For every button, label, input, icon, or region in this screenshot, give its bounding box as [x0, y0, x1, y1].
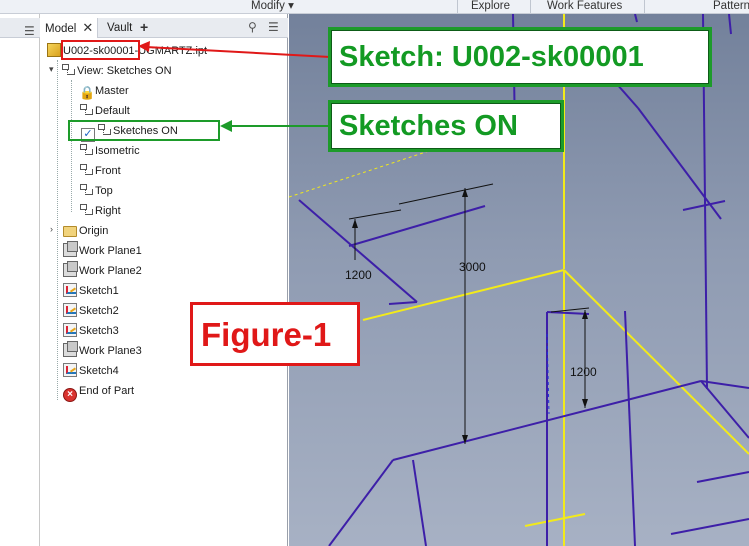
tree-view-isometric[interactable]: Isometric — [79, 142, 140, 160]
tree-view-label: View: Sketches ON — [77, 65, 172, 77]
callout-sketches-on: Sketches ON — [328, 100, 564, 152]
tree-front-label: Front — [95, 165, 121, 177]
tree-end-of-part-label: End of Part — [79, 385, 135, 397]
left-panel-header: ☰ — [0, 18, 40, 38]
root-name-highlight — [61, 40, 140, 60]
chevron-down-icon: ▾ — [288, 0, 294, 12]
sketch-icon — [63, 323, 77, 337]
tree-work-plane1[interactable]: Work Plane1 — [63, 241, 142, 260]
tree-work-plane2-label: Work Plane2 — [79, 265, 142, 277]
dimension-1200-right[interactable]: 1200 — [570, 365, 597, 379]
menu-icon[interactable]: ☰ — [268, 20, 279, 34]
axis-line — [362, 269, 565, 321]
tree-view-default[interactable]: Default — [79, 102, 130, 120]
add-tab-icon[interactable]: + — [140, 18, 148, 37]
part-icon — [47, 43, 61, 57]
tree-connector — [57, 60, 58, 400]
tab-model-label: Model — [45, 23, 77, 35]
view-rep-icon — [79, 203, 93, 217]
dimension-3000[interactable]: 3000 — [459, 260, 486, 274]
ribbon-explore-tab[interactable]: Explore — [471, 0, 510, 13]
tree-master-label: Master — [95, 85, 129, 97]
ribbon-modify-tab[interactable]: Modify ▾ — [251, 0, 294, 13]
sketch-geometry: 1200 3000 1200 — [289, 14, 749, 546]
expand-chevron-icon[interactable]: ▾ — [49, 64, 54, 75]
tree-work-plane3[interactable]: Work Plane3 — [63, 341, 142, 360]
dimension-1200-left[interactable]: 1200 — [345, 268, 372, 282]
tree-work-plane1-label: Work Plane1 — [79, 245, 142, 257]
tab-model[interactable]: Model ✕ — [41, 18, 99, 38]
model-browser: Model ✕ Vault + ⚲ ☰ U002-sk00001-UGMARTZ.… — [41, 14, 288, 546]
tab-vault[interactable]: Vault — [107, 18, 132, 38]
axis-line — [563, 269, 749, 455]
tree-view-top[interactable]: Top — [79, 182, 113, 200]
tree-sketch2-label: Sketch2 — [79, 305, 119, 317]
tree-view-sketches-on[interactable]: View: Sketches ON — [61, 62, 172, 80]
tree-origin[interactable]: Origin — [63, 222, 108, 240]
sketch-icon — [63, 283, 77, 297]
work-plane-icon — [63, 241, 78, 257]
end-of-part-icon: × — [63, 388, 77, 402]
ribbon-bar: Modify ▾ Explore Work Features Pattern — [0, 0, 749, 14]
ribbon-pattern-tab[interactable]: Pattern — [713, 0, 749, 13]
callout-sketch-name: Sketch: U002-sk00001 — [328, 27, 712, 87]
work-plane-icon — [63, 341, 78, 357]
tree-view-front[interactable]: Front — [79, 162, 121, 180]
left-side-panel: ☰ — [0, 14, 40, 546]
tree-sketch3[interactable]: Sketch3 — [63, 322, 119, 340]
expand-chevron-icon[interactable]: › — [50, 224, 53, 234]
view-rep-icon — [79, 163, 93, 177]
dimension-arrows — [352, 188, 588, 444]
tree-work-plane2[interactable]: Work Plane2 — [63, 261, 142, 280]
tree-top-label: Top — [95, 185, 113, 197]
axis-line — [524, 513, 586, 527]
tree-default-label: Default — [95, 105, 130, 117]
tree-sketch2[interactable]: Sketch2 — [63, 302, 119, 320]
tree-sketch3-label: Sketch3 — [79, 325, 119, 337]
close-icon[interactable]: ✕ — [82, 20, 93, 35]
tree-sketch4[interactable]: Sketch4 — [63, 362, 119, 380]
sketch-icon — [63, 303, 77, 317]
browser-tabs: Model ✕ Vault + ⚲ ☰ — [41, 18, 288, 38]
tree-end-of-part[interactable]: × End of Part — [63, 382, 135, 402]
work-plane-icon — [63, 261, 78, 277]
tree-sketch1-label: Sketch1 — [79, 285, 119, 297]
ribbon-divider — [457, 0, 458, 13]
ribbon-divider — [530, 0, 531, 13]
view-rep-icon — [79, 143, 93, 157]
model-tree: U002-sk00001-UGMARTZ.ipt ▾ View: Sketche… — [41, 40, 288, 546]
tree-right-label: Right — [95, 205, 121, 217]
ribbon-work-features-tab[interactable]: Work Features — [547, 0, 622, 13]
callout-figure-label: Figure-1 — [190, 302, 360, 366]
view-rep-icon — [79, 183, 93, 197]
tree-connector — [71, 80, 72, 212]
graphics-viewport[interactable]: 1200 3000 1200 — [289, 14, 749, 546]
sketch-icon — [63, 363, 77, 377]
ribbon-divider — [644, 0, 645, 13]
tree-sketch4-label: Sketch4 — [79, 365, 119, 377]
search-icon[interactable]: ⚲ — [248, 20, 257, 34]
sketches-on-highlight — [68, 120, 220, 141]
menu-icon[interactable]: ☰ — [24, 24, 35, 38]
folder-icon — [63, 226, 77, 237]
tree-sketch1[interactable]: Sketch1 — [63, 282, 119, 300]
tree-origin-label: Origin — [79, 225, 109, 237]
tree-isometric-label: Isometric — [95, 145, 140, 157]
ribbon-modify-label: Modify — [251, 0, 285, 12]
view-rep-icon — [79, 103, 93, 117]
lock-icon: 🔒 — [79, 85, 96, 100]
tree-work-plane3-label: Work Plane3 — [79, 345, 142, 357]
tree-view-right[interactable]: Right — [79, 202, 121, 220]
tree-view-master[interactable]: 🔒Master — [79, 82, 129, 100]
view-rep-icon — [61, 63, 75, 77]
